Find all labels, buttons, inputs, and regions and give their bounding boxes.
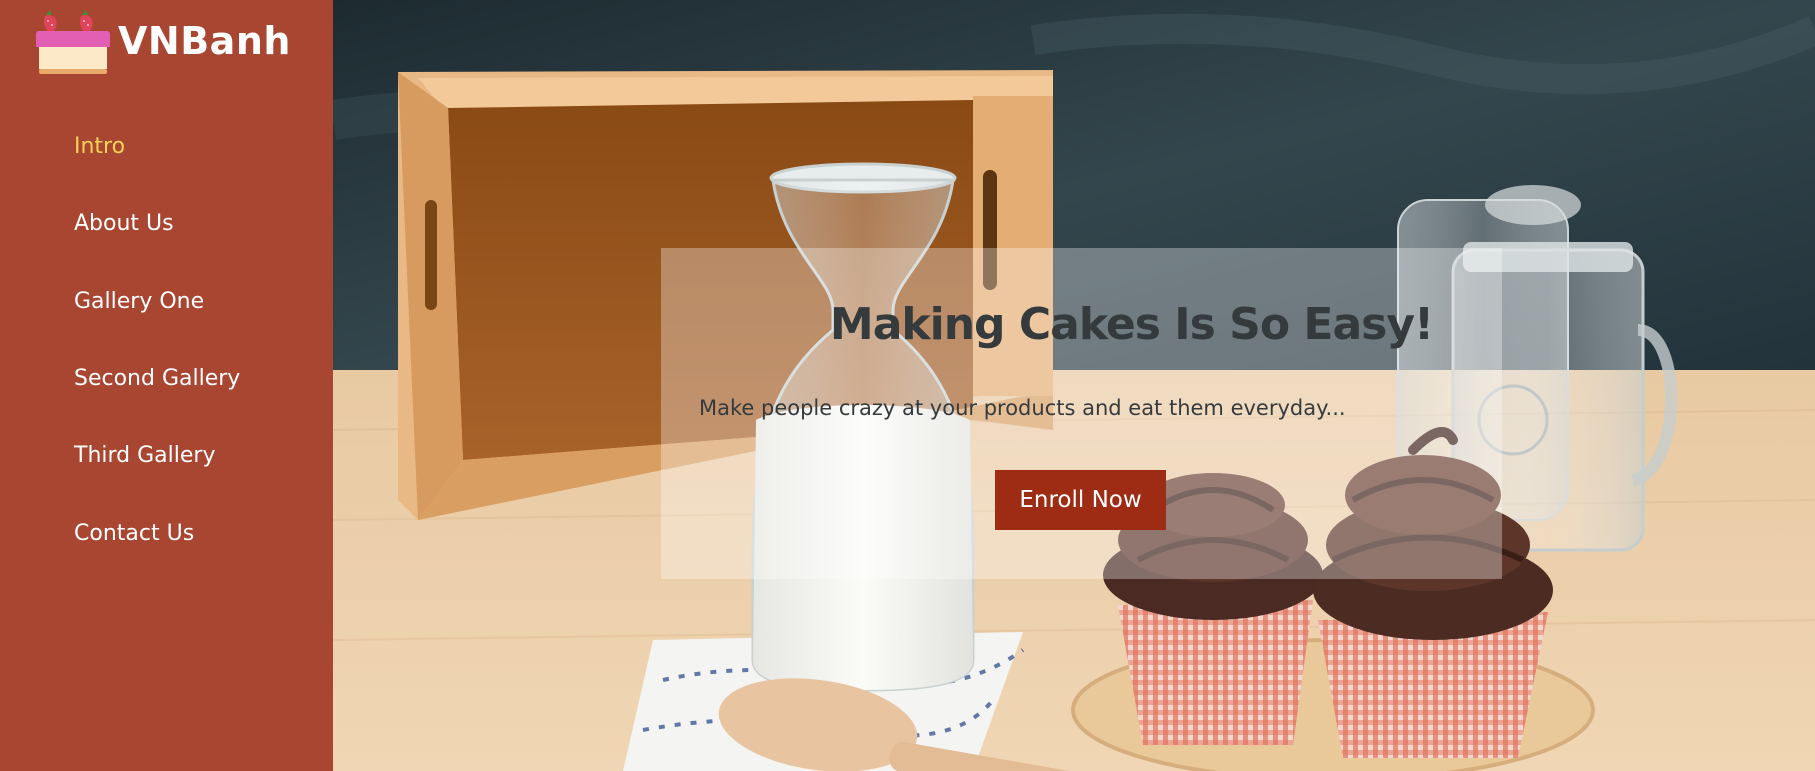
nav-link-gallery-one[interactable]: Gallery One xyxy=(0,289,204,314)
enroll-now-button[interactable]: Enroll Now xyxy=(995,470,1166,530)
nav-link-intro[interactable]: Intro xyxy=(0,134,125,159)
hero-subtitle: Make people crazy at your products and e… xyxy=(699,396,1346,420)
nav-link-second-gallery[interactable]: Second Gallery xyxy=(0,366,240,391)
nav-link-contact-us[interactable]: Contact Us xyxy=(0,521,194,546)
hero-title: Making Cakes Is So Easy! xyxy=(829,299,1434,350)
hero-overlay: Making Cakes Is So Easy! Make people cra… xyxy=(661,248,1502,579)
page: VNBanh Intro About Us Gallery One Second… xyxy=(0,0,1815,771)
nav-item-gallery-one: Gallery One xyxy=(0,263,333,340)
nav-item-about-us: About Us xyxy=(0,185,333,262)
nav-item-third-gallery: Third Gallery xyxy=(0,417,333,494)
nav-link-third-gallery[interactable]: Third Gallery xyxy=(0,443,215,468)
brand-link[interactable]: VNBanh xyxy=(36,6,291,76)
hero-section: Making Cakes Is So Easy! Make people cra… xyxy=(333,0,1815,771)
nav-item-contact-us: Contact Us xyxy=(0,494,333,571)
nav-item-second-gallery: Second Gallery xyxy=(0,340,333,417)
nav-item-intro: Intro xyxy=(0,108,333,185)
cake-with-strawberries-icon xyxy=(36,10,110,74)
brand-name: VNBanh xyxy=(118,19,291,63)
nav-link-about-us[interactable]: About Us xyxy=(0,211,174,236)
sidebar-nav: Intro About Us Gallery One Second Galler… xyxy=(0,108,333,572)
sidebar: VNBanh Intro About Us Gallery One Second… xyxy=(0,0,333,771)
